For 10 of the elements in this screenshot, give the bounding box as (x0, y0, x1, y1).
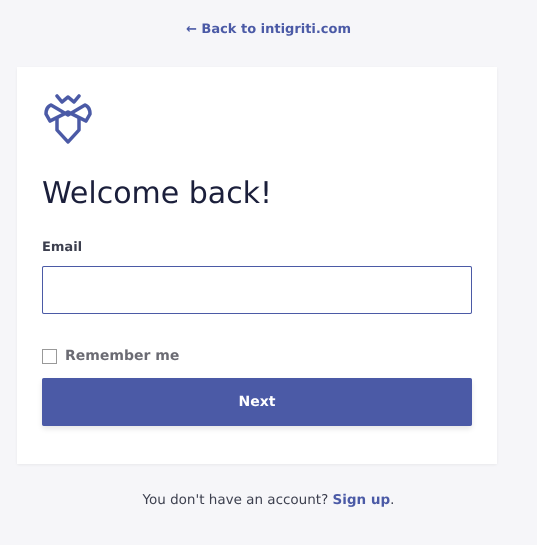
email-field[interactable] (42, 266, 472, 314)
remember-checkbox[interactable] (42, 348, 57, 364)
next-button[interactable]: Next (42, 378, 472, 426)
back-link[interactable]: ← Back to intigriti.com (186, 22, 351, 40)
signup-link[interactable]: Sign up (332, 492, 390, 508)
email-label: Email (42, 240, 84, 255)
remember-label: Remember me (65, 348, 180, 364)
logo-icon (42, 92, 94, 144)
page-title: Welcome back! (42, 175, 274, 213)
signup-prompt: You don't have an account? Sign up. (142, 492, 394, 508)
